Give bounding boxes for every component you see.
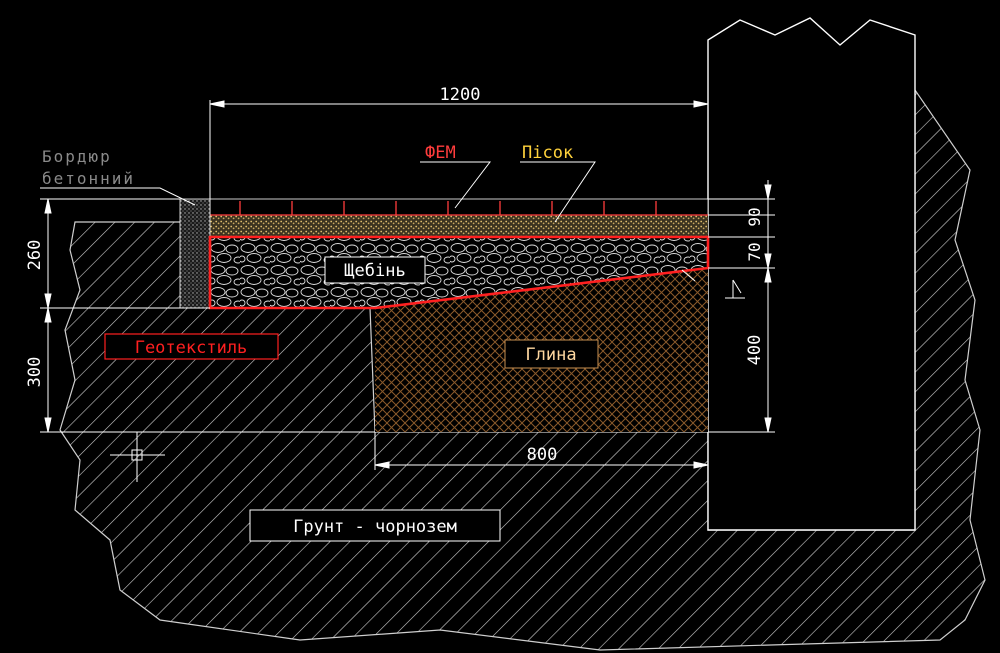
concrete-curb [179, 198, 211, 309]
dim-left-lower: 300 [25, 357, 45, 388]
drawing-canvas: 1200 800 260 300 90 70 400 Бордюр бетонн… [25, 17, 986, 651]
curb-label-line1: Бордюр [42, 147, 112, 166]
gravel-label: Щебінь [344, 261, 405, 281]
fem-label: ФЕМ [425, 143, 456, 163]
soil-label: Грунт - чорнозем [293, 517, 457, 537]
wall-block [707, 17, 916, 531]
dim-right-top: 90 [745, 207, 764, 226]
dim-right-lower: 400 [745, 335, 765, 366]
dim-total-width: 1200 [440, 85, 481, 105]
dim-right-mid: 70 [745, 242, 764, 261]
sand-layer [210, 215, 708, 237]
dim-clay-width: 800 [527, 445, 558, 465]
geotextile-label: Геотекстиль [135, 338, 248, 358]
clay-label: Глина [525, 345, 576, 365]
sand-label: Пісок [522, 143, 573, 163]
dim-left-upper: 260 [25, 240, 45, 271]
fem-layer [209, 198, 709, 216]
curb-label-line2: бетонний [42, 169, 135, 188]
